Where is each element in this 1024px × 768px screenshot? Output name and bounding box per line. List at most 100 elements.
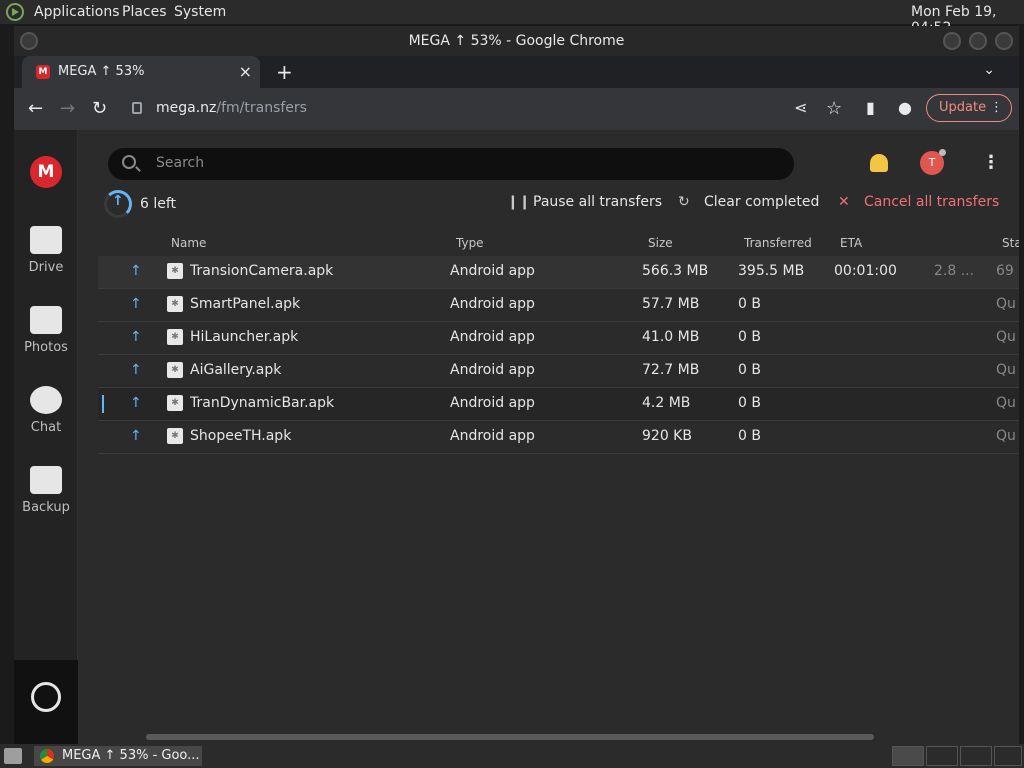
update-button[interactable]: Update ⋮	[926, 94, 1012, 122]
minimize-icon[interactable]	[943, 32, 961, 50]
places-menu[interactable]: Places	[122, 4, 167, 20]
clear-completed-label: Clear completed	[704, 194, 820, 210]
sync-button[interactable]	[14, 660, 78, 744]
column-name[interactable]: Name	[171, 236, 206, 250]
nav-item-photos[interactable]: Photos	[14, 306, 78, 355]
share-icon[interactable]: ⋖	[794, 98, 807, 117]
upload-arrow-icon: ↑	[130, 428, 142, 444]
workspace-1[interactable]	[892, 746, 924, 766]
transfer-row[interactable]: ↑ ✱ TransionCamera.apk Android app 566.3…	[98, 256, 1019, 289]
column-transferred[interactable]: Transferred	[744, 236, 812, 250]
update-label: Update	[939, 100, 987, 115]
column-type[interactable]: Type	[456, 236, 484, 250]
bookmark-star-icon[interactable]: ☆	[826, 98, 842, 119]
tab-search-icon[interactable]: ⌄	[983, 62, 995, 78]
forward-icon[interactable]: →	[60, 98, 75, 119]
top-panel: Applications Places System Mon Feb 19, 0…	[0, 0, 1024, 36]
applications-menu[interactable]: Applications	[34, 4, 120, 20]
reload-icon[interactable]: ↻	[92, 98, 107, 119]
system-menu[interactable]: System	[174, 4, 226, 20]
apk-file-icon: ✱	[167, 428, 183, 444]
nav-label: Drive	[28, 260, 64, 275]
more-menu-icon[interactable]: ⋮	[982, 152, 1000, 173]
file-name: HiLauncher.apk	[190, 329, 299, 345]
column-status[interactable]: Sta	[1002, 236, 1019, 250]
tab-title: MEGA ↑ 53%	[58, 64, 145, 79]
url-host: mega.nz	[156, 100, 217, 116]
window-menu-icon[interactable]	[20, 32, 38, 50]
side-panel-icon[interactable]: ▮	[866, 98, 875, 117]
chrome-menu-icon[interactable]: ⋮	[990, 95, 1003, 121]
file-name: ShopeeTH.apk	[190, 428, 292, 444]
clear-completed-button[interactable]: ↻ Clear completed	[678, 194, 820, 210]
close-window-icon[interactable]	[995, 32, 1013, 50]
window-title: MEGA ↑ 53% - Google Chrome	[408, 33, 625, 49]
file-name: TranDynamicBar.apk	[190, 395, 335, 411]
upload-arrow-icon: ↑	[130, 395, 142, 411]
drag-handle[interactable]	[102, 395, 104, 413]
refresh-icon: ↻	[678, 194, 690, 210]
nav-label: Backup	[22, 500, 70, 515]
eta: 00:01:00	[834, 263, 897, 279]
profile-icon[interactable]: ●	[898, 98, 912, 117]
transfer-row[interactable]: ↑ ✱ SmartPanel.apk Android app 57.7 MB 0…	[98, 289, 1019, 322]
upload-arrow-icon: ↑	[130, 329, 142, 345]
address-bar[interactable]: mega.nz/fm/transfers	[124, 94, 494, 124]
pause-all-button[interactable]: ❙❙ Pause all transfers	[507, 194, 663, 210]
status: Qu	[996, 329, 1016, 345]
transfer-row[interactable]: ↑ ✱ AiGallery.apk Android app 72.7 MB 0 …	[98, 355, 1019, 388]
file-type: Android app	[450, 329, 535, 345]
close-icon: ✕	[838, 194, 850, 210]
back-icon[interactable]: ←	[28, 98, 43, 119]
search-placeholder: Search	[156, 155, 205, 171]
file-name: TransionCamera.apk	[190, 263, 334, 279]
column-eta[interactable]: ETA	[840, 236, 862, 250]
workspace-2[interactable]	[926, 746, 958, 766]
search-icon	[122, 155, 136, 169]
pause-all-label: Pause all transfers	[533, 194, 663, 210]
nav-item-backup[interactable]: Backup	[14, 466, 78, 515]
distro-logo-icon[interactable]	[6, 3, 24, 21]
upload-arrow-icon: ↑	[130, 296, 142, 312]
browser-window: MEGA ↑ 53% - Google Chrome M MEGA ↑ 53% …	[14, 26, 1019, 744]
new-tab-button[interactable]: +	[276, 60, 293, 84]
upload-arrow-icon: ↑	[130, 362, 142, 378]
file-type: Android app	[450, 395, 535, 411]
notifications-bell-icon[interactable]	[870, 154, 888, 172]
upload-arrow-icon: ↑	[130, 263, 142, 279]
speed: 2.8 ...	[934, 263, 975, 279]
apk-file-icon: ✱	[167, 329, 183, 345]
status: Qu	[996, 296, 1016, 312]
nav-item-chat[interactable]: Chat	[14, 386, 78, 435]
file-size: 72.7 MB	[642, 362, 700, 378]
tab-mega[interactable]: M MEGA ↑ 53% ×	[22, 56, 260, 88]
file-name: SmartPanel.apk	[190, 296, 301, 312]
transferred: 0 B	[738, 428, 761, 444]
column-size[interactable]: Size	[648, 236, 673, 250]
chrome-icon	[40, 749, 54, 763]
cancel-all-button[interactable]: ✕ Cancel all transfers	[838, 194, 999, 210]
transferred: 0 B	[738, 362, 761, 378]
transferred: 395.5 MB	[738, 263, 805, 279]
maximize-icon[interactable]	[969, 32, 987, 50]
horizontal-scrollbar[interactable]	[146, 734, 874, 740]
nav-item-drive[interactable]: Drive	[14, 226, 78, 275]
tab-close-icon[interactable]: ×	[239, 62, 252, 81]
file-name: AiGallery.apk	[190, 362, 282, 378]
nav-label: Photos	[24, 340, 68, 355]
workspace-4[interactable]	[994, 746, 1022, 766]
show-desktop-icon[interactable]	[4, 748, 22, 764]
transfer-row[interactable]: ↑ ✱ ShopeeTH.apk Android app 920 KB 0 B …	[98, 421, 1019, 454]
tab-strip: M MEGA ↑ 53% × + ⌄	[14, 56, 1019, 88]
mega-logo-icon[interactable]: M	[30, 156, 62, 188]
taskbar-chrome-window[interactable]: MEGA ↑ 53% - Goo...	[34, 746, 202, 766]
apk-file-icon: ✱	[167, 395, 183, 411]
transfer-row[interactable]: ↑ ✱ HiLauncher.apk Android app 41.0 MB 0…	[98, 322, 1019, 355]
search-input[interactable]: Search	[108, 148, 794, 180]
workspace-3[interactable]	[960, 746, 992, 766]
table-header: Name Type Size Transferred ETA Sta	[108, 234, 1019, 254]
transfer-progress-ring: ↑	[104, 190, 132, 218]
transfer-row[interactable]: ↑ ✱ TranDynamicBar.apk Android app 4.2 M…	[98, 388, 1019, 421]
lock-icon[interactable]	[132, 102, 142, 114]
window-titlebar[interactable]: MEGA ↑ 53% - Google Chrome	[14, 26, 1019, 56]
